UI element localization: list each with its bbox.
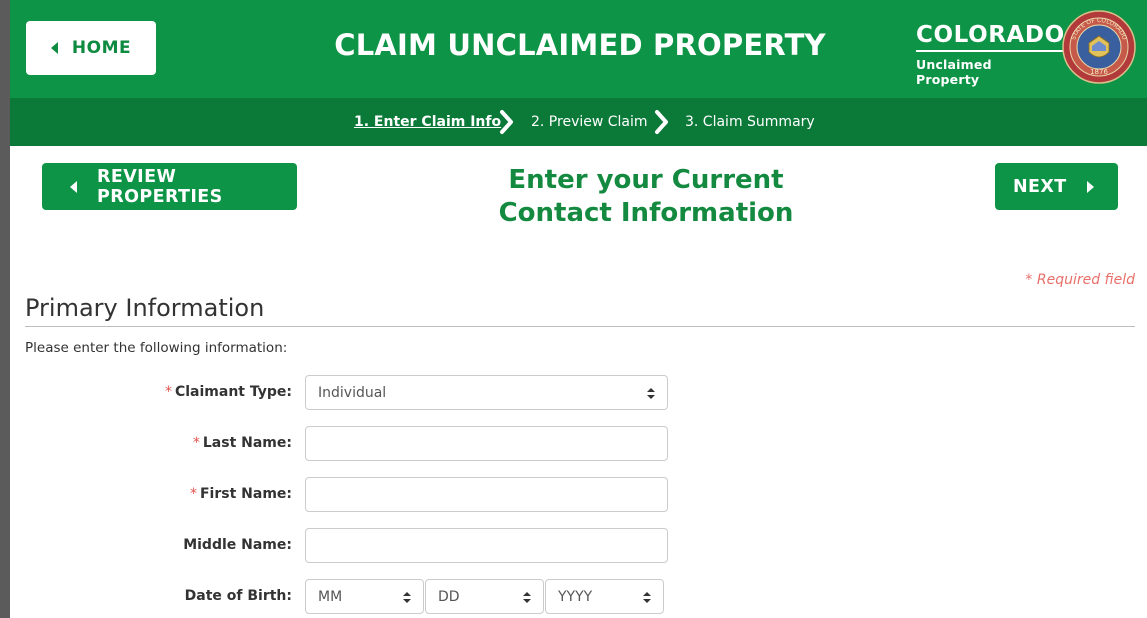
select-arrows-icon <box>523 592 531 603</box>
state-seal-icon: 1876 STATE OF COLORADO <box>1062 10 1136 84</box>
claimant-type-select[interactable]: Individual <box>305 375 668 410</box>
page-container: HOME CLAIM UNCLAIMED PROPERTY COLORADO U… <box>10 0 1147 618</box>
step-claim-summary: 3. Claim Summary <box>685 114 815 130</box>
first-name-label: * First Name: <box>72 486 292 502</box>
chevron-right-icon <box>500 110 513 134</box>
dob-day-select[interactable]: DD <box>425 579 544 614</box>
date-of-birth-label: Date of Birth: <box>184 588 292 604</box>
page-heading: Enter your Current Contact Information <box>446 164 846 230</box>
brand-subtitle: Unclaimed Property <box>916 57 992 87</box>
form-instructions: Please enter the following information: <box>25 340 288 356</box>
page-heading-line2: Contact Information <box>498 198 794 228</box>
review-properties-label: REVIEW PROPERTIES <box>97 166 223 207</box>
section-divider <box>25 326 1135 327</box>
review-properties-button[interactable]: REVIEW PROPERTIES <box>42 163 297 210</box>
claimant-type-label-text: Claimant Type: <box>174 384 292 400</box>
next-button[interactable]: NEXT <box>995 163 1118 210</box>
first-name-input[interactable] <box>305 477 668 512</box>
last-name-label-text: Last Name: <box>202 435 292 451</box>
dob-month-select[interactable]: MM <box>305 579 424 614</box>
chevron-right-icon <box>655 110 668 134</box>
select-arrows-icon <box>647 388 655 399</box>
dob-year-select[interactable]: YYYY <box>545 579 664 614</box>
required-field-note: * Required field <box>1025 272 1135 288</box>
app-header: HOME CLAIM UNCLAIMED PROPERTY COLORADO U… <box>10 0 1147 98</box>
dob-month-value: MM <box>318 588 343 605</box>
seal-year: 1876 <box>1090 68 1108 76</box>
step-preview-claim: 2. Preview Claim <box>531 114 648 130</box>
required-marker: * <box>192 435 200 451</box>
next-button-label: NEXT <box>1013 176 1067 197</box>
middle-name-input[interactable] <box>305 528 668 563</box>
last-name-label: * Last Name: <box>72 435 292 451</box>
caret-left-icon <box>70 180 77 193</box>
middle-name-label: Middle Name: <box>183 537 292 553</box>
home-button[interactable]: HOME <box>26 21 156 75</box>
home-button-label: HOME <box>71 38 132 58</box>
required-marker: * <box>164 384 172 400</box>
app-title: CLAIM UNCLAIMED PROPERTY <box>334 28 826 62</box>
brand-name: COLORADO <box>916 22 1065 52</box>
caret-left-icon <box>50 42 58 54</box>
claimant-type-label: * Claimant Type: <box>72 384 292 400</box>
dob-year-value: YYYY <box>558 588 593 605</box>
claimant-type-value: Individual <box>318 384 387 401</box>
select-arrows-icon <box>403 592 411 603</box>
progress-steps: 1. Enter Claim Info 2. Preview Claim 3. … <box>10 98 1147 146</box>
page-heading-line1: Enter your Current <box>508 165 784 195</box>
dob-day-value: DD <box>438 588 460 605</box>
step-enter-claim-info[interactable]: 1. Enter Claim Info <box>354 114 501 130</box>
brand-block: COLORADO Unclaimed Property <box>916 22 1065 87</box>
section-title: Primary Information <box>25 294 265 322</box>
caret-right-icon <box>1086 180 1094 193</box>
first-name-label-text: First Name: <box>199 486 292 502</box>
select-arrows-icon <box>643 592 651 603</box>
required-marker: * <box>189 486 197 502</box>
last-name-input[interactable] <box>305 426 668 461</box>
